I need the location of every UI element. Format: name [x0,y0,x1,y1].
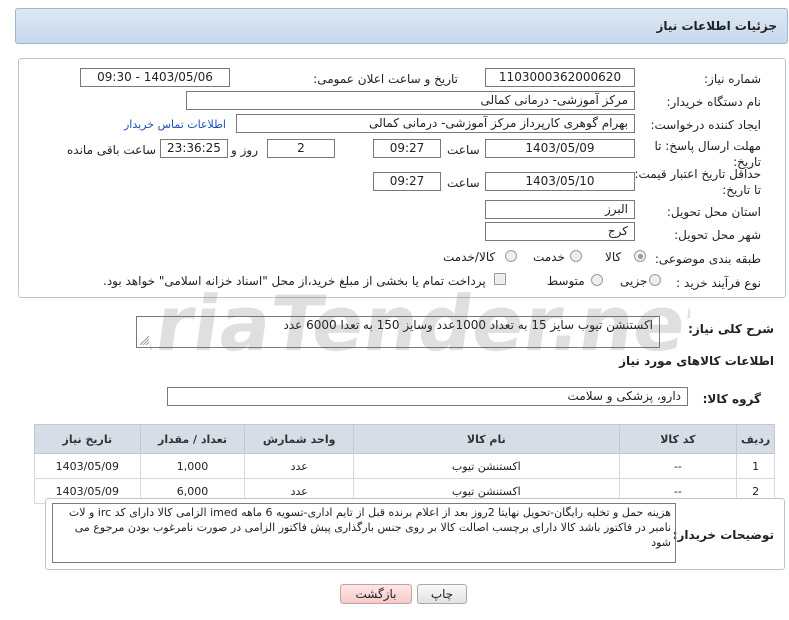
description-textarea: اکستنشن تیوب سایز 15 به تعداد 1000عدد وس… [136,316,660,348]
purchase-radio-medium[interactable] [591,274,603,286]
table-header-row: ردیف کد کالا نام کالا واحد شمارش تعداد /… [34,424,775,454]
col-unit-header: واحد شمارش [244,424,355,454]
col-qty-header: تعداد / مقدار [139,424,246,454]
buyer-notes-label: توضیحات خریدار: [672,528,774,542]
price-validity-time-field: 09:27 [373,172,441,191]
remaining-time-label: ساعت باقی مانده [67,143,157,157]
category-radio-goods-service[interactable] [505,250,517,262]
back-button[interactable]: بازگشت [340,584,412,604]
treasury-payment-checkbox[interactable] [494,273,506,285]
need-number-label: شماره نیاز: [704,72,761,86]
price-validity-date-field: 1403/05/10 [485,172,635,191]
table-row: 1 -- اکستنشن تیوب عدد 1,000 1403/05/09 [34,453,775,479]
cell-code: -- [618,453,738,479]
requester-field: بهرام گوهری کارپرداز مرکز آموزشی- درمانی… [236,114,635,133]
cell-qty: 1,000 [139,453,246,479]
need-number-field: 1103000362000620 [485,68,635,87]
announce-datetime-label: تاریخ و ساعت اعلان عمومی: [313,72,458,86]
print-button[interactable]: چاپ [417,584,467,604]
buyer-notes-textarea: هزینه حمل و تخلیه رایگان-تحویل نهایتا 2ر… [52,503,676,563]
col-row-header: ردیف [736,424,775,454]
response-time-label: ساعت [447,143,480,157]
page-title: جزئیات اطلاعات نیاز [656,19,777,33]
cell-row: 1 [736,453,775,479]
response-days-field: 2 [267,139,335,158]
price-validity-label: حداقل تاریخ اعتبار قیمت: تا تاریخ: [634,167,761,197]
col-date-header: تاریخ نیاز [34,424,141,454]
goods-group-field: دارو، پزشکی و سلامت [167,387,688,406]
remaining-time-field: 23:36:25 [160,139,228,158]
treasury-payment-note: پرداخت تمام یا بخشی از مبلغ خرید،از محل … [103,274,486,288]
category-option-service: خدمت [533,250,565,264]
province-label: استان محل تحویل: [666,205,761,219]
cell-unit: عدد [244,453,355,479]
cell-name: اکستنشن تیوب [353,453,620,479]
goods-info-title: اطلاعات کالاهای مورد نیاز [619,354,774,368]
col-name-header: نام کالا [353,424,620,454]
description-label: شرح کلی نیاز: [688,322,774,336]
response-date-field: 1403/05/09 [485,139,635,158]
purchase-option-minor: جزیی [620,274,648,288]
category-option-goods: کالا [605,250,622,264]
city-field: کرج [485,222,635,241]
announce-datetime-field: 1403/05/06 - 09:30 [80,68,230,87]
purchase-type-label: نوع فرآیند خرید : [676,276,761,290]
items-table-wrapper: ردیف کد کالا نام کالا واحد شمارش تعداد /… [34,424,775,504]
response-time-field: 09:27 [373,139,441,158]
response-days-label: روز و [231,143,258,157]
purchase-option-medium: متوسط [547,274,585,288]
purchase-radio-minor[interactable] [649,274,661,286]
price-validity-time-label: ساعت [447,176,480,190]
cell-date: 1403/05/09 [34,453,141,479]
buyer-notes-text: هزینه حمل و تخلیه رایگان-تحویل نهایتا 2ر… [68,506,671,549]
page-header: جزئیات اطلاعات نیاز [15,8,788,44]
province-field: البرز [485,200,635,219]
buyer-contact-link[interactable]: اطلاعات تماس خریدار [124,118,226,131]
category-option-goods-service: کالا/خدمت [443,250,496,264]
buyer-org-label: نام دستگاه خریدار: [666,95,762,109]
items-table: ردیف کد کالا نام کالا واحد شمارش تعداد /… [34,424,775,504]
category-label: طبقه بندی موضوعی: [654,252,761,266]
city-label: شهر محل تحویل: [674,228,761,242]
buyer-org-field: مرکز آموزشی- درمانی کمالی [186,91,635,110]
category-radio-goods[interactable] [634,250,646,262]
goods-group-label: گروه کالا: [702,392,761,406]
category-radio-service[interactable] [570,250,582,262]
col-code-header: کد کالا [618,424,738,454]
resize-grip-icon [140,336,149,345]
requester-label: ایجاد کننده درخواست: [650,118,761,132]
description-text: اکستنشن تیوب سایز 15 به تعداد 1000عدد وس… [283,318,653,332]
